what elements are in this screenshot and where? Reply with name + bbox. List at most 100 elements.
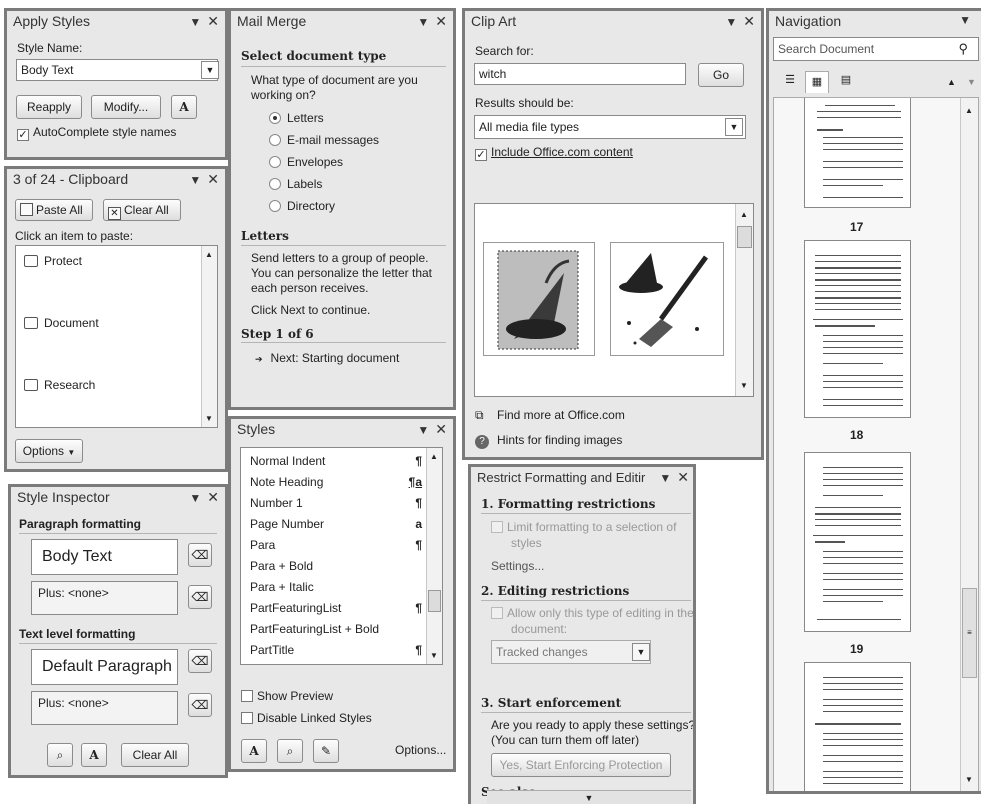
limit-formatting-option[interactable]: Limit formatting to a selection of — [491, 520, 676, 534]
chevron-down-icon[interactable]: ▼ — [725, 15, 743, 29]
close-icon[interactable]: ✕ — [207, 489, 219, 505]
clip-results-scrollbar[interactable]: ▲ ▼ — [735, 204, 753, 396]
search-document-input[interactable]: Search Document ⚲ — [773, 37, 979, 61]
radio-button[interactable] — [269, 134, 281, 146]
scroll-thumb[interactable]: ≡ — [962, 588, 977, 678]
show-preview-checkbox[interactable] — [241, 690, 253, 702]
radio-button[interactable] — [269, 178, 281, 190]
chevron-down-icon[interactable]: ▼ — [189, 173, 207, 187]
style-name-input[interactable]: Body Text — [16, 59, 218, 81]
clip-result-hat-broom[interactable] — [610, 242, 724, 356]
style-item-para-italic[interactable]: Para + Italic — [250, 580, 422, 594]
style-item-partfeaturinglist[interactable]: PartFeaturingList ¶ — [250, 601, 422, 615]
include-office-option[interactable]: ✓ Include Office.com content — [475, 145, 633, 161]
options-button[interactable]: Options ▼ — [15, 439, 83, 463]
pane-controls[interactable]: ▼✕ — [417, 421, 447, 438]
style-item-parttitle[interactable]: PartTitle ¶ — [250, 643, 422, 657]
next-step-link[interactable]: ➔ Next: Starting document — [255, 351, 399, 365]
disable-linked-checkbox[interactable] — [241, 712, 253, 724]
reset-paragraph-style-button[interactable]: ⌫ — [188, 543, 212, 567]
scroll-down-arrow[interactable]: ▼ — [740, 381, 748, 390]
scroll-up-arrow[interactable]: ▲ — [205, 250, 213, 259]
results-tab[interactable]: ▤ — [835, 73, 857, 93]
scroll-thumb[interactable] — [737, 226, 752, 248]
clear-paragraph-formatting-button[interactable]: ⌫ — [188, 585, 212, 609]
close-icon[interactable]: ✕ — [435, 13, 447, 29]
search-icon[interactable]: ⚲ — [958, 41, 968, 57]
settings-link[interactable]: Settings... — [491, 559, 544, 573]
page-thumbnail-18[interactable] — [804, 240, 911, 418]
paste-all-button[interactable]: Paste All — [15, 199, 93, 221]
style-item-para[interactable]: Para ¶ — [250, 538, 422, 552]
chevron-down-icon[interactable]: ▼ — [959, 13, 977, 27]
style-item-note-heading[interactable]: Note Heading ¶a — [250, 475, 422, 489]
pane-controls[interactable]: ▼ — [959, 13, 977, 27]
reapply-button[interactable]: Reapply — [16, 95, 82, 119]
previous-result-button[interactable]: ▲ — [947, 77, 956, 87]
editing-type-dropdown-button[interactable]: ▼ — [632, 643, 650, 661]
pane-controls[interactable]: ▼✕ — [189, 171, 219, 188]
page-thumbnail-19[interactable] — [804, 452, 911, 632]
disable-linked-option[interactable]: Disable Linked Styles — [241, 711, 372, 725]
allow-editing-checkbox[interactable] — [491, 607, 503, 619]
style-item-number-1[interactable]: Number 1 ¶ — [250, 496, 422, 510]
new-style-button[interactable]: A — [241, 739, 267, 763]
clear-all-formatting-button[interactable]: Clear All — [121, 743, 189, 767]
style-item-page-number[interactable]: Page Number a — [250, 517, 422, 531]
chevron-down-icon[interactable]: ▼ — [417, 15, 435, 29]
chevron-down-icon[interactable]: ▼ — [189, 491, 207, 505]
close-icon[interactable]: ✕ — [207, 171, 219, 187]
page-thumbnail-17[interactable] — [804, 98, 911, 208]
limit-formatting-checkbox[interactable] — [491, 521, 503, 533]
start-enforcing-button[interactable]: Yes, Start Enforcing Protection — [491, 753, 671, 777]
clear-text-formatting-button[interactable]: ⌫ — [188, 693, 212, 717]
search-input[interactable]: witch — [474, 63, 686, 85]
reset-text-style-button[interactable]: ⌫ — [188, 649, 212, 673]
new-style-button[interactable]: A — [81, 743, 107, 767]
clipboard-scrollbar[interactable]: ▲ ▼ — [201, 246, 217, 427]
scroll-up-arrow[interactable]: ▲ — [430, 452, 438, 461]
scroll-down-arrow[interactable]: ▼ — [965, 775, 973, 784]
chevron-down-icon[interactable]: ▼ — [417, 423, 435, 437]
chevron-down-icon[interactable]: ▼ — [189, 15, 207, 29]
styles-options-link[interactable]: Options... — [395, 743, 446, 757]
style-item-partfeaturinglist-bold[interactable]: PartFeaturingList + Bold — [250, 622, 422, 636]
results-dropdown[interactable]: All media file types — [474, 115, 746, 139]
manage-styles-button[interactable]: ✎ — [313, 739, 339, 763]
radio-button[interactable] — [269, 156, 281, 168]
clear-all-button[interactable]: ✕ Clear All — [103, 199, 181, 221]
pane-scroll-down-bar[interactable]: ▼ — [487, 790, 691, 804]
list-item[interactable]: Document — [24, 316, 99, 330]
chevron-down-icon[interactable]: ▼ — [659, 471, 677, 485]
results-dropdown-button[interactable]: ▼ — [725, 118, 743, 136]
radio-envelopes[interactable]: Envelopes — [269, 155, 343, 169]
hints-link[interactable]: ? Hints for finding images — [475, 433, 622, 449]
navigation-scrollbar[interactable]: ▲ ≡ ▼ — [960, 98, 978, 791]
headings-tab[interactable]: ☰ — [779, 73, 801, 93]
style-item-para-bold[interactable]: Para + Bold — [250, 559, 422, 573]
scroll-down-arrow[interactable]: ▼ — [205, 414, 213, 423]
style-item-normal-indent[interactable]: Normal Indent ¶ — [250, 454, 422, 468]
show-preview-option[interactable]: Show Preview — [241, 689, 333, 703]
pages-tab[interactable]: ▦ — [805, 71, 829, 93]
find-more-link[interactable]: ⧉ Find more at Office.com — [475, 408, 625, 423]
list-item[interactable]: Research — [24, 378, 95, 392]
allow-editing-option[interactable]: Allow only this type of editing in the — [491, 606, 693, 620]
radio-email[interactable]: E-mail messages — [269, 133, 379, 147]
styles-pane-button[interactable]: A — [171, 95, 197, 119]
reveal-formatting-button[interactable]: ⌕ — [47, 743, 73, 767]
radio-labels[interactable]: Labels — [269, 177, 322, 191]
radio-button[interactable] — [269, 112, 281, 124]
close-icon[interactable]: ✕ — [743, 13, 755, 29]
include-office-checkbox[interactable]: ✓ — [475, 149, 487, 161]
pane-controls[interactable]: ▼✕ — [189, 13, 219, 30]
modify-button[interactable]: Modify... — [91, 95, 161, 119]
styles-scrollbar[interactable]: ▲ ▼ — [426, 448, 442, 664]
page-thumbnail-20[interactable] — [804, 662, 911, 791]
radio-directory[interactable]: Directory — [269, 199, 335, 213]
editing-type-dropdown[interactable]: Tracked changes — [491, 640, 651, 664]
close-icon[interactable]: ✕ — [435, 421, 447, 437]
pane-controls[interactable]: ▼✕ — [189, 489, 219, 506]
style-inspector-button[interactable]: ⌕ — [277, 739, 303, 763]
autocomplete-checkbox[interactable]: ✓ — [17, 129, 29, 141]
